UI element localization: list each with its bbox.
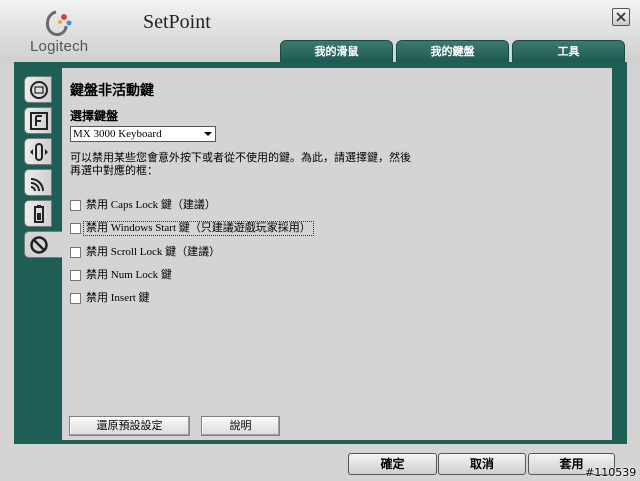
function-key-icon xyxy=(30,112,48,130)
insert-checkbox[interactable] xyxy=(70,293,81,304)
wireless-signal-icon xyxy=(30,178,44,192)
restore-defaults-button[interactable]: 還原預設設定 xyxy=(69,416,190,436)
checkbox-label: 禁用 Caps Lock 鍵（建議） xyxy=(86,199,216,211)
checkbox-label: 禁用 Windows Start 鍵（只建議遊戲玩家採用） xyxy=(83,221,314,236)
title-bar: Logitech SetPoint 我的滑鼠 我的鍵盤 工具 xyxy=(0,0,640,63)
keyboard-select-value: MX 3000 Keyboard xyxy=(73,128,162,140)
watermark-id: #110539 xyxy=(585,466,637,479)
page-title: 鍵盤非活動鍵 xyxy=(70,83,154,99)
logitech-logo-icon xyxy=(46,10,72,36)
description-text: 可以禁用某些您會意外按下或者從不使用的鍵。為此，請選擇鍵，然後再選中對應的框： xyxy=(70,151,411,177)
brand-name: Logitech xyxy=(30,38,89,55)
chevron-down-icon xyxy=(204,132,212,136)
side-tab-scroll[interactable] xyxy=(24,138,52,165)
battery-icon xyxy=(34,205,44,223)
checkbox-label: 禁用 Scroll Lock 鍵（建議） xyxy=(86,246,221,258)
keyboard-select[interactable]: MX 3000 Keyboard xyxy=(70,126,216,142)
side-tab-wireless[interactable] xyxy=(24,169,52,196)
app-title: SetPoint xyxy=(143,11,211,33)
side-tab-function-keys[interactable] xyxy=(24,107,52,134)
ok-button[interactable]: 確定 xyxy=(348,453,437,475)
scroll-icon xyxy=(30,143,48,161)
keyboard-icon xyxy=(30,81,48,99)
select-keyboard-label: 選擇鍵盤 xyxy=(70,109,119,123)
side-tab-keyboard[interactable] xyxy=(24,76,52,103)
scroll-lock-checkbox[interactable] xyxy=(70,247,81,258)
disabled-icon xyxy=(30,236,48,254)
checkbox-label: 禁用 Num Lock 鍵 xyxy=(86,269,172,281)
side-tab-disabled-keys[interactable] xyxy=(24,231,62,258)
num-lock-checkbox[interactable] xyxy=(70,270,81,281)
tab-my-mouse[interactable]: 我的滑鼠 xyxy=(280,40,393,62)
tab-tools[interactable]: 工具 xyxy=(512,40,625,62)
cancel-button[interactable]: 取消 xyxy=(438,453,526,475)
help-button[interactable]: 說明 xyxy=(201,416,280,436)
side-tab-battery[interactable] xyxy=(24,200,52,227)
close-icon xyxy=(616,12,626,22)
tab-my-keyboard[interactable]: 我的鍵盤 xyxy=(396,40,509,62)
checkbox-label: 禁用 Insert 鍵 xyxy=(86,292,150,304)
dropdown-button[interactable] xyxy=(201,127,215,141)
close-button[interactable] xyxy=(612,8,630,26)
caps-lock-checkbox[interactable] xyxy=(70,200,81,211)
windows-start-checkbox[interactable] xyxy=(70,223,81,234)
